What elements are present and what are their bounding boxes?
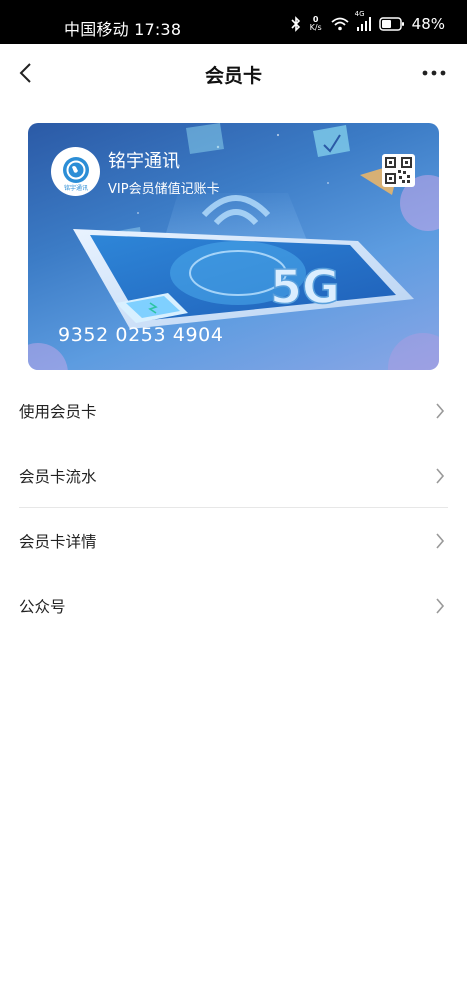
status-icons: 0 K/s 4G 48% (291, 10, 445, 33)
bluetooth-icon (291, 15, 301, 33)
menu-item-label: 会员卡详情 (19, 532, 97, 551)
chevron-right-icon (435, 467, 447, 485)
net-speed: 0 K/s (308, 16, 324, 32)
chevron-right-icon (435, 532, 447, 550)
5g-illustration-text: 5G (270, 260, 340, 314)
menu-item-label: 公众号 (19, 597, 66, 616)
battery-percent: 48% (411, 15, 445, 33)
qr-code-button[interactable] (382, 154, 415, 187)
menu-item-label: 会员卡流水 (19, 467, 97, 486)
signal-icon: 4G (355, 10, 372, 33)
carrier-time: 中国移动 17:38 (64, 20, 182, 39)
menu-item-card-transactions[interactable]: 会员卡流水 (0, 443, 467, 508)
battery-icon (378, 15, 405, 33)
card-type: VIP会员储值记账卡 (108, 182, 220, 197)
brand-name: 铭宇通讯 (108, 151, 180, 172)
more-button[interactable] (419, 58, 449, 88)
brand-logo: 铭宇通讯 (51, 147, 100, 196)
chevron-right-icon (435, 597, 447, 615)
membership-card[interactable]: 5G 铭宇通讯 铭宇通讯 VIP会员储值记账卡 9352 0253 4904 (28, 123, 439, 370)
menu-item-card-details[interactable]: 会员卡详情 (0, 508, 467, 573)
brand-logo-icon: 铭宇通讯 (62, 156, 89, 192)
menu-item-use-card[interactable]: 使用会员卡 (0, 378, 467, 443)
wifi-icon (331, 15, 349, 33)
menu-item-label: 使用会员卡 (19, 402, 97, 421)
signal-label: 4G (354, 10, 365, 18)
page-title: 会员卡 (204, 65, 262, 87)
menu-item-official-account[interactable]: 公众号 (0, 573, 467, 638)
nav-bar: 会员卡 (0, 44, 467, 102)
chevron-right-icon (435, 402, 447, 420)
qr-code-icon (385, 157, 412, 184)
card-number: 9352 0253 4904 (58, 324, 224, 346)
brand-logo-text: 铭宇通讯 (63, 184, 87, 192)
more-icon (422, 70, 446, 76)
net-speed-unit: K/s (309, 23, 322, 32)
card-menu: 使用会员卡 会员卡流水 会员卡详情 公众号 (0, 378, 467, 638)
status-bar: 中国移动 17:38 0 K/s 4G 48% (0, 0, 467, 44)
